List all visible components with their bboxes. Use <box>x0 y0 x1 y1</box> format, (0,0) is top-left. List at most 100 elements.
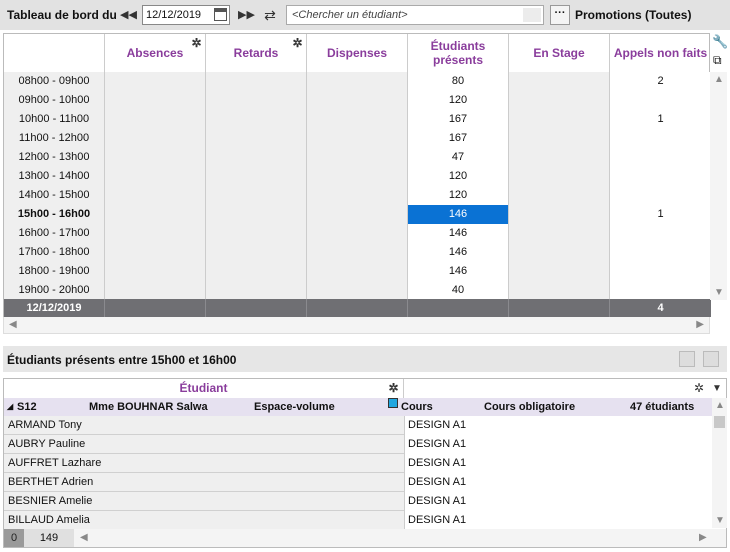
time-slot-row[interactable]: 10h00 - 11h00 167 1 <box>4 110 711 129</box>
time-slot-label[interactable]: 13h00 - 14h00 <box>4 167 105 186</box>
absences-cell[interactable] <box>105 72 206 91</box>
internship-cell[interactable] <box>509 129 610 148</box>
time-slot-label[interactable]: 15h00 - 16h00 <box>4 205 105 224</box>
next-day-icon[interactable]: ▶▶ <box>238 8 255 22</box>
time-slot-label[interactable]: 12h00 - 13h00 <box>4 148 105 167</box>
dispenses-cell[interactable] <box>307 281 408 300</box>
dispenses-cell[interactable] <box>307 186 408 205</box>
time-slot-row[interactable]: 11h00 - 12h00 167 <box>4 129 711 148</box>
missing-calls-cell[interactable]: 1 <box>610 205 711 224</box>
absences-column-header[interactable]: Absences ✲ <box>105 34 206 72</box>
gear-icon[interactable]: ✲ <box>292 37 303 49</box>
absences-cell[interactable] <box>105 224 206 243</box>
students-present-cell[interactable]: 40 <box>408 281 509 300</box>
dispenses-cell[interactable] <box>307 262 408 281</box>
time-slot-row[interactable]: 19h00 - 20h00 40 <box>4 281 711 300</box>
time-slot-row[interactable]: 17h00 - 18h00 146 <box>4 243 711 262</box>
time-slot-label[interactable]: 10h00 - 11h00 <box>4 110 105 129</box>
wrench-icon[interactable]: 🔧 <box>712 34 728 50</box>
absences-cell[interactable] <box>105 205 206 224</box>
dispenses-cell[interactable] <box>307 129 408 148</box>
copy-icon[interactable]: ⧉ <box>713 53 722 68</box>
student-column-header[interactable]: Étudiant ✲ <box>4 379 404 398</box>
time-slot-row[interactable]: 15h00 - 16h00 146 1 <box>4 205 711 224</box>
retards-cell[interactable] <box>206 262 307 281</box>
missing-calls-cell[interactable] <box>610 167 711 186</box>
id-card-icon[interactable] <box>703 351 719 367</box>
dispenses-cell[interactable] <box>307 243 408 262</box>
retards-cell[interactable] <box>206 148 307 167</box>
time-slot-label[interactable]: 08h00 - 09h00 <box>4 72 105 91</box>
retards-cell[interactable] <box>206 72 307 91</box>
gear-icon[interactable]: ✲ <box>388 382 399 394</box>
absences-cell[interactable] <box>105 129 206 148</box>
absences-cell[interactable] <box>105 110 206 129</box>
students-present-cell[interactable]: 167 <box>408 110 509 129</box>
internship-cell[interactable] <box>509 91 610 110</box>
time-slot-row[interactable]: 13h00 - 14h00 120 <box>4 167 711 186</box>
scroll-left-icon[interactable]: ◀ <box>9 319 17 330</box>
student-search-input[interactable]: <Chercher un étudiant> <box>286 5 544 25</box>
retards-cell[interactable] <box>206 110 307 129</box>
missing-calls-cell[interactable] <box>610 224 711 243</box>
absences-cell[interactable] <box>105 91 206 110</box>
internship-cell[interactable] <box>509 72 610 91</box>
student-row[interactable]: BESNIER Amelie DESIGN A1 <box>4 492 712 511</box>
absences-cell[interactable] <box>105 148 206 167</box>
students-present-cell[interactable]: 167 <box>408 129 509 148</box>
time-slot-row[interactable]: 12h00 - 13h00 47 <box>4 148 711 167</box>
grid-vertical-scrollbar[interactable]: ▲ ▼ <box>710 72 727 300</box>
missing-calls-cell[interactable] <box>610 91 711 110</box>
student-row[interactable]: BERTHET Adrien DESIGN A1 <box>4 473 712 492</box>
internship-cell[interactable] <box>509 186 610 205</box>
scroll-left-icon[interactable]: ◀ <box>80 532 88 543</box>
refresh-swap-icon[interactable]: ⇄ <box>263 8 277 22</box>
retards-cell[interactable] <box>206 129 307 148</box>
missing-calls-cell[interactable] <box>610 148 711 167</box>
internship-cell[interactable] <box>509 281 610 300</box>
students-present-cell[interactable]: 146 <box>408 224 509 243</box>
retards-cell[interactable] <box>206 281 307 300</box>
retards-column-header[interactable]: Retards ✲ <box>206 34 307 72</box>
time-slot-label[interactable]: 11h00 - 12h00 <box>4 129 105 148</box>
students-present-column-header[interactable]: Étudiants présents <box>408 34 509 72</box>
dispenses-cell[interactable] <box>307 110 408 129</box>
student-row[interactable]: AUBRY Pauline DESIGN A1 <box>4 435 712 454</box>
students-present-cell[interactable]: 120 <box>408 91 509 110</box>
internship-cell[interactable] <box>509 243 610 262</box>
missing-calls-column-header[interactable]: Appels non faits <box>610 34 711 72</box>
gear-icon[interactable]: ✲ <box>191 37 202 49</box>
time-slot-label[interactable]: 19h00 - 20h00 <box>4 281 105 300</box>
time-slot-label[interactable]: 16h00 - 17h00 <box>4 224 105 243</box>
student-row[interactable]: ARMAND Tony DESIGN A1 <box>4 416 712 435</box>
scroll-up-icon[interactable]: ▲ <box>715 400 725 411</box>
dispenses-cell[interactable] <box>307 72 408 91</box>
absences-cell[interactable] <box>105 167 206 186</box>
gear-icon[interactable]: ✲ <box>694 382 705 394</box>
time-slot-row[interactable]: 14h00 - 15h00 120 <box>4 186 711 205</box>
internship-cell[interactable] <box>509 224 610 243</box>
time-slot-label[interactable]: 18h00 - 19h00 <box>4 262 105 281</box>
time-slot-row[interactable]: 09h00 - 10h00 120 <box>4 91 711 110</box>
absences-cell[interactable] <box>105 262 206 281</box>
calendar-icon[interactable] <box>214 8 227 21</box>
dispenses-cell[interactable] <box>307 224 408 243</box>
students-present-cell[interactable]: 120 <box>408 167 509 186</box>
grid-horizontal-scrollbar[interactable]: ◀ ▶ <box>3 317 710 334</box>
students-present-cell[interactable]: 146 <box>408 205 509 224</box>
dispenses-cell[interactable] <box>307 205 408 224</box>
missing-calls-cell[interactable] <box>610 186 711 205</box>
retards-cell[interactable] <box>206 91 307 110</box>
more-options-button[interactable]: ··· <box>550 5 570 25</box>
dispenses-cell[interactable] <box>307 167 408 186</box>
list-scroll-thumb[interactable] <box>714 416 725 428</box>
scroll-right-icon[interactable]: ▶ <box>699 532 707 543</box>
time-slot-row[interactable]: 16h00 - 17h00 146 <box>4 224 711 243</box>
time-slot-label[interactable]: 09h00 - 10h00 <box>4 91 105 110</box>
internship-cell[interactable] <box>509 110 610 129</box>
student-row[interactable]: AUFFRET Lazhare DESIGN A1 <box>4 454 712 473</box>
retards-cell[interactable] <box>206 205 307 224</box>
time-slot-row[interactable]: 08h00 - 09h00 80 2 <box>4 72 711 91</box>
absences-cell[interactable] <box>105 243 206 262</box>
students-present-cell[interactable]: 47 <box>408 148 509 167</box>
